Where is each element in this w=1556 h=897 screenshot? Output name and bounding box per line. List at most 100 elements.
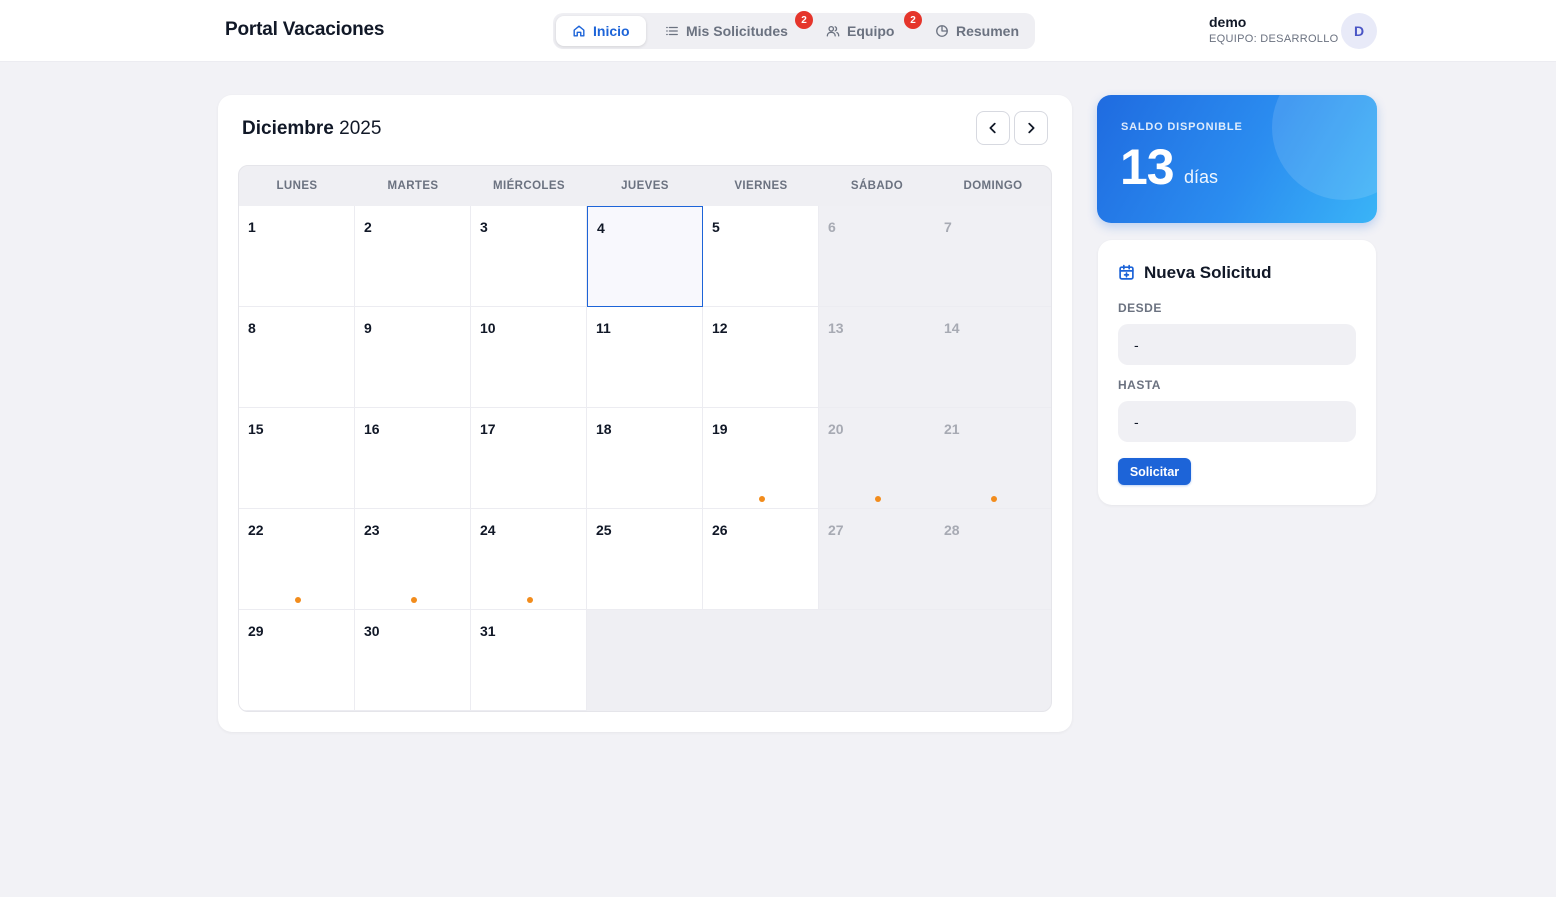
day-number: 20 — [828, 421, 844, 437]
calendar-grid: LUNES MARTES MIÉRCOLES JUEVES VIERNES SÁBADO D… — [238, 165, 1052, 712]
hasta-field[interactable]: - — [1118, 401, 1356, 442]
calendar-day[interactable]: 17 — [471, 408, 587, 509]
calendar-day[interactable]: 8 — [239, 307, 355, 408]
previous-month-button[interactable] — [976, 111, 1010, 145]
balance-unit: días — [1184, 167, 1219, 187]
calendar-day[interactable]: 9 — [355, 307, 471, 408]
calendar-day: 28 — [935, 509, 1051, 610]
day-number: 30 — [364, 623, 380, 639]
app-title: Portal Vacaciones — [225, 19, 385, 40]
calendar-day[interactable]: 5 — [703, 206, 819, 307]
day-number: 18 — [596, 421, 612, 437]
vacation-marker-dot — [991, 496, 997, 502]
day-number: 28 — [944, 522, 960, 538]
day-number: 21 — [944, 421, 960, 437]
day-number: 19 — [712, 421, 728, 437]
nav-tab-label: Inicio — [593, 23, 630, 39]
vacation-marker-dot — [527, 597, 533, 603]
calendar-day[interactable]: 26 — [703, 509, 819, 610]
nav-tab-inicio[interactable]: Inicio — [556, 16, 646, 46]
calendar-day[interactable]: 29 — [239, 610, 355, 711]
pie-chart-icon — [936, 25, 948, 37]
calendar-day[interactable]: 2 — [355, 206, 471, 307]
calendar-day[interactable]: 10 — [471, 307, 587, 408]
desde-field[interactable]: - — [1118, 324, 1356, 365]
vacation-marker-dot — [875, 496, 881, 502]
day-number: 31 — [480, 623, 496, 639]
day-number: 7 — [944, 219, 952, 235]
day-number: 4 — [597, 220, 605, 236]
vacation-marker-dot — [411, 597, 417, 603]
calendar-day[interactable]: 1 — [239, 206, 355, 307]
calendar-day[interactable]: 15 — [239, 408, 355, 509]
day-number: 29 — [248, 623, 264, 639]
day-number: 8 — [248, 320, 256, 336]
user-team: EQUIPO: DESARROLLO — [1209, 33, 1339, 45]
nav-tab-resumen[interactable]: Resumen — [935, 16, 1019, 46]
calendar-day: 14 — [935, 307, 1051, 408]
calendar-day[interactable]: 22 — [239, 509, 355, 610]
decorative-circle — [1272, 95, 1377, 200]
weekday-header: DOMINGO — [963, 180, 1023, 192]
day-number: 23 — [364, 522, 380, 538]
calendar-day: 21 — [935, 408, 1051, 509]
calendar-day[interactable]: 11 — [587, 307, 703, 408]
calendar-day: 6 — [819, 206, 935, 307]
day-number: 6 — [828, 219, 836, 235]
weekday-header: MIÉRCOLES — [493, 180, 565, 192]
new-request-card: Nueva Solicitud DESDE - HASTA - Solicita… — [1098, 240, 1376, 505]
calendar-day[interactable]: 3 — [471, 206, 587, 307]
chevron-right-icon — [1028, 122, 1035, 134]
day-number: 14 — [944, 320, 960, 336]
home-icon — [573, 25, 585, 37]
calendar-day[interactable]: 31 — [471, 610, 587, 711]
day-number: 5 — [712, 219, 720, 235]
calendar-year: 2025 — [339, 118, 382, 139]
calendar-day[interactable]: 25 — [587, 509, 703, 610]
nav-tab-label: Resumen — [956, 23, 1020, 39]
day-number: 12 — [712, 320, 728, 336]
equipo-count-badge: 2 — [904, 11, 922, 29]
vacation-marker-dot — [295, 597, 301, 603]
weekday-header: VIERNES — [734, 180, 788, 192]
avatar[interactable]: D — [1341, 13, 1377, 49]
user-name: demo — [1209, 14, 1247, 30]
calendar-day[interactable]: 23 — [355, 509, 471, 610]
solicitar-button[interactable]: Solicitar — [1118, 458, 1191, 485]
day-number: 2 — [364, 219, 372, 235]
nav-tab-equipo[interactable]: Equipo — [826, 16, 894, 46]
chevron-left-icon — [989, 122, 996, 134]
calendar-day[interactable]: 30 — [355, 610, 471, 711]
weekday-header: SÁBADO — [850, 180, 904, 192]
calendar-day[interactable]: 16 — [355, 408, 471, 509]
calendar-title: Diciembre 2025 — [242, 118, 381, 140]
day-number: 10 — [480, 320, 496, 336]
calendar-day-today[interactable]: 4 — [587, 206, 703, 307]
day-number: 24 — [480, 522, 496, 538]
desde-label: DESDE — [1118, 301, 1162, 315]
calendar-day[interactable]: 24 — [471, 509, 587, 610]
calendar-month: Diciembre — [242, 118, 334, 139]
day-number: 3 — [480, 219, 488, 235]
calendar-day[interactable]: 12 — [703, 307, 819, 408]
weekday-header: JUEVES — [621, 180, 669, 192]
calendar-day: 20 — [819, 408, 935, 509]
balance-label: SALDO DISPONIBLE — [1121, 121, 1243, 133]
nav-tab-mis-solicitudes[interactable]: Mis Solicitudes — [665, 16, 788, 46]
nav-tab-label: Equipo — [847, 23, 895, 39]
calendar-day[interactable]: 18 — [587, 408, 703, 509]
weekday-header: LUNES — [276, 180, 318, 192]
calendar-day[interactable]: 19 — [703, 408, 819, 509]
balance-card: SALDO DISPONIBLE 13 días — [1097, 95, 1377, 223]
hasta-label: HASTA — [1118, 378, 1161, 392]
users-icon — [826, 25, 840, 37]
calendar-plus-icon — [1119, 264, 1134, 280]
next-month-button[interactable] — [1014, 111, 1048, 145]
solicitudes-count-badge: 2 — [795, 11, 813, 29]
calendar-card: Diciembre 2025 LUNES MARTES MIÉRCOLES JUEVE… — [218, 95, 1072, 732]
day-number: 22 — [248, 522, 264, 538]
vacation-marker-dot — [759, 496, 765, 502]
day-number: 9 — [364, 320, 372, 336]
top-navigation-bar: Portal Vacaciones Inicio Mis Solicitudes… — [0, 0, 1556, 62]
balance-value: 13 — [1120, 139, 1175, 195]
